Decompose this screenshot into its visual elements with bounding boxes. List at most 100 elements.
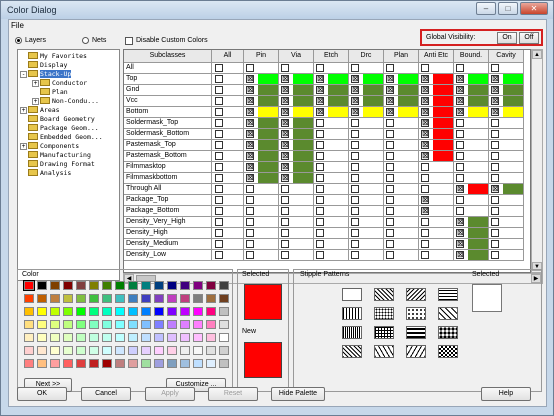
visibility-checkbox[interactable] [456, 64, 464, 72]
palette-swatch[interactable] [24, 320, 34, 329]
visibility-checkbox[interactable]: ⊠ [491, 86, 499, 94]
grid-cell[interactable]: ⊠ [454, 228, 489, 239]
visibility-checkbox[interactable] [491, 163, 499, 171]
visibility-checkbox[interactable] [491, 240, 499, 248]
visibility-checkbox[interactable] [215, 130, 223, 138]
palette-swatch[interactable] [206, 346, 216, 355]
grid-cell[interactable]: ⊠ [419, 107, 454, 118]
grid-cell[interactable] [244, 63, 279, 74]
visibility-checkbox[interactable]: ⊠ [421, 130, 429, 138]
tree-node[interactable]: Drawing Format [20, 160, 95, 169]
disable-custom-colors-checkbox[interactable] [125, 37, 133, 45]
color-swatch[interactable] [293, 129, 313, 139]
palette-swatch[interactable] [128, 320, 138, 329]
grid-cell[interactable]: ⊠ [314, 85, 349, 96]
palette-swatch[interactable] [63, 346, 73, 355]
visibility-checkbox[interactable] [316, 130, 324, 138]
visibility-checkbox[interactable] [421, 218, 429, 226]
grid-cell[interactable] [212, 228, 244, 239]
grid-cell[interactable] [454, 129, 489, 140]
visibility-checkbox[interactable] [351, 229, 359, 237]
column-header[interactable]: Via [279, 50, 314, 63]
palette-swatch[interactable] [89, 294, 99, 303]
stipple-pattern[interactable] [406, 326, 426, 339]
visibility-checkbox[interactable] [351, 218, 359, 226]
grid-cell[interactable]: ⊠ [384, 107, 419, 118]
color-swatch[interactable] [433, 107, 453, 117]
tree-node[interactable]: Display [20, 61, 67, 70]
grid-cell[interactable] [212, 239, 244, 250]
grid-cell[interactable] [489, 228, 524, 239]
expand-icon[interactable]: + [32, 80, 39, 87]
color-swatch[interactable] [503, 85, 523, 95]
palette-swatch[interactable] [50, 294, 60, 303]
grid-cell[interactable] [279, 63, 314, 74]
visibility-checkbox[interactable] [215, 97, 223, 105]
visibility-checkbox[interactable]: ⊠ [386, 86, 394, 94]
visibility-checkbox[interactable]: ⊠ [351, 108, 359, 116]
visibility-checkbox[interactable] [316, 174, 324, 182]
visibility-checkbox[interactable] [316, 240, 324, 248]
grid-cell[interactable] [454, 162, 489, 173]
column-header[interactable]: All [212, 50, 244, 63]
visibility-checkbox[interactable] [316, 207, 324, 215]
visibility-checkbox[interactable] [281, 229, 289, 237]
tree-node[interactable]: Analysis [20, 169, 71, 178]
grid-cell[interactable] [314, 184, 349, 195]
color-swatch[interactable] [293, 140, 313, 150]
visibility-checkbox[interactable] [456, 196, 464, 204]
global-visibility-off-button[interactable]: Off [519, 32, 539, 44]
palette-swatch[interactable] [219, 294, 229, 303]
visibility-checkbox[interactable]: ⊠ [281, 86, 289, 94]
grid-cell[interactable] [314, 239, 349, 250]
visibility-checkbox[interactable] [281, 251, 289, 259]
visibility-checkbox[interactable]: ⊠ [281, 174, 289, 182]
grid-cell[interactable]: ⊠ [314, 96, 349, 107]
palette-swatch[interactable] [115, 294, 125, 303]
palette-swatch[interactable] [193, 333, 203, 342]
visibility-checkbox[interactable]: ⊠ [456, 75, 464, 83]
scroll-up-icon[interactable]: ▲ [532, 50, 542, 59]
color-swatch[interactable] [328, 107, 348, 117]
visibility-checkbox[interactable]: ⊠ [351, 97, 359, 105]
grid-cell[interactable] [314, 63, 349, 74]
visibility-checkbox[interactable] [281, 196, 289, 204]
palette-swatch[interactable] [141, 346, 151, 355]
grid-cell[interactable]: ⊠ [454, 239, 489, 250]
stipple-pattern[interactable] [374, 345, 394, 358]
visibility-checkbox[interactable] [421, 240, 429, 248]
tree-node[interactable]: + Conductor [32, 79, 87, 88]
grid-cell[interactable]: ⊠ [489, 85, 524, 96]
color-swatch[interactable] [293, 107, 313, 117]
visibility-checkbox[interactable] [246, 229, 254, 237]
palette-swatch[interactable] [193, 359, 203, 368]
grid-cell[interactable] [384, 63, 419, 74]
color-swatch[interactable] [468, 74, 488, 84]
grid-cell[interactable] [212, 129, 244, 140]
grid-cell[interactable]: ⊠ [419, 74, 454, 85]
palette-swatch[interactable] [115, 359, 125, 368]
palette-swatch[interactable] [89, 359, 99, 368]
grid-cell[interactable] [349, 250, 384, 261]
visibility-checkbox[interactable]: ⊠ [456, 240, 464, 248]
visibility-checkbox[interactable]: ⊠ [386, 75, 394, 83]
grid-cell[interactable] [349, 118, 384, 129]
tree-node[interactable]: + Areas [20, 106, 60, 115]
palette-swatch[interactable] [50, 307, 60, 316]
color-swatch[interactable] [503, 184, 523, 194]
grid-cell[interactable] [384, 250, 419, 261]
visibility-checkbox[interactable] [386, 185, 394, 193]
color-swatch[interactable] [328, 96, 348, 106]
grid-cell[interactable] [384, 239, 419, 250]
visibility-checkbox[interactable] [386, 152, 394, 160]
grid-cell[interactable] [384, 162, 419, 173]
grid-cell[interactable]: ⊠ [279, 96, 314, 107]
tree-node[interactable]: Package Geom... [20, 124, 99, 133]
layers-radio[interactable] [15, 37, 22, 44]
palette-swatch[interactable] [102, 307, 112, 316]
palette-swatch[interactable] [206, 294, 216, 303]
palette-swatch[interactable] [115, 346, 125, 355]
visibility-checkbox[interactable] [386, 130, 394, 138]
palette-swatch[interactable] [24, 359, 34, 368]
visibility-checkbox[interactable] [215, 152, 223, 160]
